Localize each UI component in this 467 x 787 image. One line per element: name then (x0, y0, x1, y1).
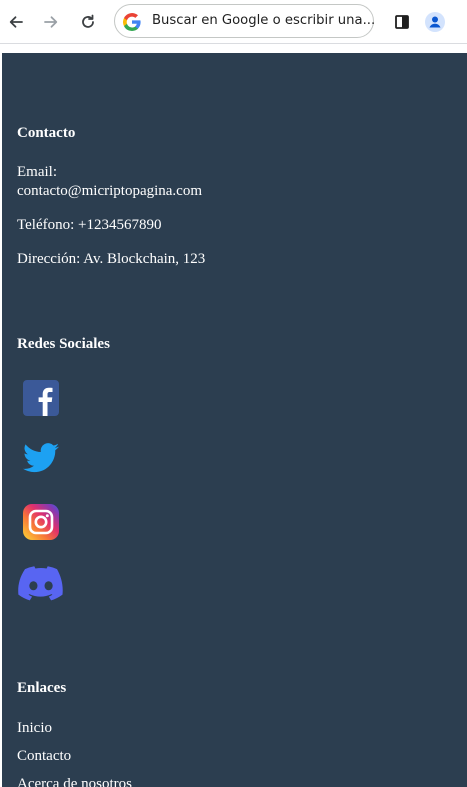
footer: Contacto Email: contacto@micriptopagina.… (2, 53, 467, 787)
back-button[interactable] (2, 8, 30, 36)
reload-icon (82, 14, 94, 28)
address-placeholder: Buscar en Google o escribir una... (152, 13, 376, 28)
arrow-right-icon (44, 16, 58, 28)
profile-button[interactable] (421, 8, 449, 36)
contact-phone: Teléfono: +1234567890 (17, 217, 162, 233)
links-heading: Enlaces (17, 680, 67, 696)
facebook-link[interactable] (23, 380, 59, 421)
twitter-link[interactable] (23, 443, 59, 478)
twitter-icon (23, 443, 59, 473)
contact-heading: Contacto (17, 125, 76, 141)
side-panel-icon (395, 15, 409, 29)
discord-link[interactable] (18, 566, 64, 607)
contact-email: contacto@micriptopagina.com (17, 183, 203, 199)
instagram-icon (23, 504, 59, 540)
link-contacto[interactable]: Contacto (17, 747, 71, 766)
address-bar[interactable]: Buscar en Google o escribir una... (114, 4, 376, 38)
side-panel-button[interactable] (388, 8, 416, 36)
arrow-left-icon (9, 16, 23, 28)
discord-icon (18, 566, 63, 601)
link-acerca[interactable]: Acerca de nosotros (17, 775, 132, 787)
forward-button[interactable] (37, 8, 65, 36)
social-heading: Redes Sociales (17, 336, 110, 352)
contact-email-label: Email: (17, 164, 57, 180)
avatar-icon (425, 12, 445, 32)
contact-address: Dirección: Av. Blockchain, 123 (17, 251, 206, 267)
link-inicio[interactable]: Inicio (17, 719, 52, 738)
browser-toolbar: Buscar en Google o escribir una... (0, 0, 467, 44)
instagram-link[interactable] (23, 504, 59, 545)
google-icon (123, 13, 141, 31)
facebook-icon (23, 380, 59, 416)
reload-button[interactable] (74, 8, 102, 36)
